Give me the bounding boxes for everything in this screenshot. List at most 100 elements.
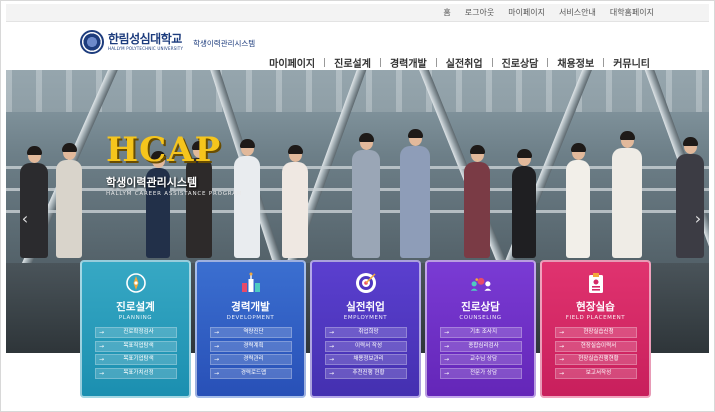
utility-nav: 홈 로그아웃 마이페이지 서비스안내 대학홈페이지 xyxy=(436,6,661,19)
card-career-development[interactable]: 경력개발 DEVELOPMENT → 역량진단 → 경력계획 → 경력관리 → 경력로드… xyxy=(195,260,306,398)
hero-brand: HCAP xyxy=(106,130,222,170)
card-menu-item[interactable]: → 이력서 작성 xyxy=(324,340,407,352)
hero-person xyxy=(282,145,308,258)
card-counseling[interactable]: 진로상담 COUNSELING → 기초 조사지 → 종합심리검사 → 교수님 상담 … xyxy=(425,260,536,398)
arrow-right-icon: → xyxy=(98,342,105,350)
university-emblem-icon xyxy=(80,30,104,54)
card-menu: → 기초 조사지 → 종합심리검사 → 교수님 상담 → 전문가 상담 xyxy=(439,327,522,381)
hero-person xyxy=(566,143,590,258)
nav-item-community[interactable]: 커뮤니티 xyxy=(604,55,659,70)
card-menu-item[interactable]: → 진로확정검사 xyxy=(94,327,177,338)
card-menu-item[interactable]: → 종합심리검사 xyxy=(439,340,522,352)
card-menu-item[interactable]: → 취업희망 xyxy=(324,327,407,338)
util-link-home[interactable]: 홈 xyxy=(436,6,457,19)
nav-item-counseling[interactable]: 진로상담 xyxy=(493,55,548,70)
arrow-right-icon: → xyxy=(213,342,220,350)
arrow-right-icon: → xyxy=(213,329,220,336)
arrow-right-icon: → xyxy=(328,369,335,377)
compass-icon xyxy=(124,271,148,295)
hero-person xyxy=(56,143,82,258)
arrow-right-icon: → xyxy=(213,369,220,377)
hero-person xyxy=(234,139,260,258)
card-menu: → 취업희망 → 이력서 작성 → 채용정보관리 → 추천진행 현황 xyxy=(324,327,407,381)
card-title: 현장실습 xyxy=(576,301,615,313)
card-title: 진로설계 xyxy=(116,301,155,313)
arrow-right-icon: → xyxy=(98,329,105,336)
card-menu-item[interactable]: → 목표가치선정 xyxy=(94,367,177,379)
arrow-right-icon: → xyxy=(558,356,565,363)
nav-item-employment[interactable]: 실전취업 xyxy=(437,55,492,70)
hero-person xyxy=(464,145,490,258)
card-subtitle: EMPLOYMENT xyxy=(343,315,388,321)
main-nav: 마이페이지 진로설계 경력개발 실전취업 진로상담 채용정보 커뮤니티 xyxy=(260,55,659,70)
arrow-right-icon: → xyxy=(98,356,105,363)
hero-title: 학생이력관리시스템 xyxy=(106,176,198,189)
card-field-placement[interactable]: 현장실습 FIELD PLACEMENT → 현장실습신청 → 현장실습이력서 → 현… xyxy=(540,260,651,398)
nav-item-mypage[interactable]: 마이페이지 xyxy=(260,55,324,70)
card-menu: → 역량진단 → 경력계획 → 경력관리 → 경력로드맵 xyxy=(209,327,292,381)
hero-person xyxy=(612,131,642,258)
arrow-right-icon: → xyxy=(443,369,450,377)
flask-icon xyxy=(239,271,263,295)
card-menu-item[interactable]: → 목표기업탐색 xyxy=(94,354,177,365)
card-menu-item[interactable]: → 현장실습진행현황 xyxy=(554,354,637,365)
university-name-en: HALLYM POLYTECHNIC UNIVERSITY xyxy=(108,46,184,51)
card-menu: → 현장실습신청 → 현장실습이력서 → 현장실습진행현황 → 보고서작성 xyxy=(554,327,637,381)
card-career-planning[interactable]: 진로설계 PLANNING → 진로확정검사 → 목표직업탐색 → 목표기업탐색 → 목… xyxy=(80,260,191,398)
nav-item-career-development[interactable]: 경력개발 xyxy=(381,55,436,70)
arrow-right-icon: → xyxy=(213,356,220,363)
card-employment[interactable]: 실전취업 EMPLOYMENT → 취업희망 → 이력서 작성 → 채용정보관리 → 추… xyxy=(310,260,421,398)
card-subtitle: DEVELOPMENT xyxy=(226,315,275,321)
card-menu-item[interactable]: → 목표직업탐색 xyxy=(94,340,177,352)
card-menu-item[interactable]: → 경력로드맵 xyxy=(209,367,292,379)
arrow-right-icon: → xyxy=(443,329,450,336)
nav-item-career-planning[interactable]: 진로설계 xyxy=(325,55,380,70)
card-menu-item[interactable]: → 전문가 상담 xyxy=(439,367,522,379)
util-link-logout[interactable]: 로그아웃 xyxy=(458,6,501,19)
site-logo[interactable]: 한림성심대학교 HALLYM POLYTECHNIC UNIVERSITY 학생… xyxy=(80,30,255,54)
hero-subtitle: HALLYM CAREER ASSISTANCE PROGRAM xyxy=(106,191,243,197)
card-menu-item[interactable]: → 경력계획 xyxy=(209,340,292,352)
card-subtitle: COUNSELING xyxy=(459,315,502,321)
chevron-left-icon[interactable]: ‹ xyxy=(18,206,32,230)
card-menu-item[interactable]: → 경력관리 xyxy=(209,354,292,365)
chevron-right-icon[interactable]: › xyxy=(691,206,705,230)
hero-person xyxy=(400,129,430,258)
card-menu-item[interactable]: → 현장실습신청 xyxy=(554,327,637,338)
logo-text: 한림성심대학교 HALLYM POLYTECHNIC UNIVERSITY xyxy=(108,32,184,52)
arrow-right-icon: → xyxy=(558,342,565,350)
card-subtitle: PLANNING xyxy=(118,315,153,321)
card-title: 실전취업 xyxy=(346,301,385,313)
utility-bar: 홈 로그아웃 마이페이지 서비스안내 대학홈페이지 xyxy=(6,4,709,22)
arrow-right-icon: → xyxy=(328,329,335,336)
card-menu-item[interactable]: → 추천진행 현황 xyxy=(324,367,407,379)
card-menu-item[interactable]: → 교수님 상담 xyxy=(439,354,522,365)
arrow-right-icon: → xyxy=(328,356,335,363)
util-link-university-homepage[interactable]: 대학홈페이지 xyxy=(603,6,661,19)
arrow-right-icon: → xyxy=(558,369,565,377)
card-menu-item[interactable]: → 기초 조사지 xyxy=(439,327,522,338)
card-menu-item[interactable]: → 역량진단 xyxy=(209,327,292,338)
arrow-right-icon: → xyxy=(558,329,565,336)
university-name: 한림성심대학교 xyxy=(108,32,182,46)
card-subtitle: FIELD PLACEMENT xyxy=(565,315,626,321)
util-link-mypage[interactable]: 마이페이지 xyxy=(501,6,552,19)
nav-item-job-info[interactable]: 채용정보 xyxy=(548,55,603,70)
arrow-right-icon: → xyxy=(443,356,450,363)
people-icon xyxy=(469,271,493,295)
system-name: 학생이력관리시스템 xyxy=(193,38,256,48)
arrow-right-icon: → xyxy=(98,369,105,377)
card-menu-item[interactable]: → 현장실습이력서 xyxy=(554,340,637,352)
target-icon xyxy=(354,271,378,295)
service-cards: 진로설계 PLANNING → 진로확정검사 → 목표직업탐색 → 목표기업탐색 → 목… xyxy=(80,260,655,398)
hero-person xyxy=(352,133,380,258)
hero-person xyxy=(186,141,212,258)
arrow-right-icon: → xyxy=(328,342,335,350)
util-link-service-guide[interactable]: 서비스안내 xyxy=(552,6,603,19)
card-menu-item[interactable]: → 보고서작성 xyxy=(554,367,637,379)
card-menu: → 진로확정검사 → 목표직업탐색 → 목표기업탐색 → 목표가치선정 xyxy=(94,327,177,381)
card-title: 진로상담 xyxy=(461,301,500,313)
site-header: 한림성심대학교 HALLYM POLYTECHNIC UNIVERSITY 학생… xyxy=(6,22,709,70)
card-menu-item[interactable]: → 채용정보관리 xyxy=(324,354,407,365)
card-title: 경력개발 xyxy=(231,301,270,313)
